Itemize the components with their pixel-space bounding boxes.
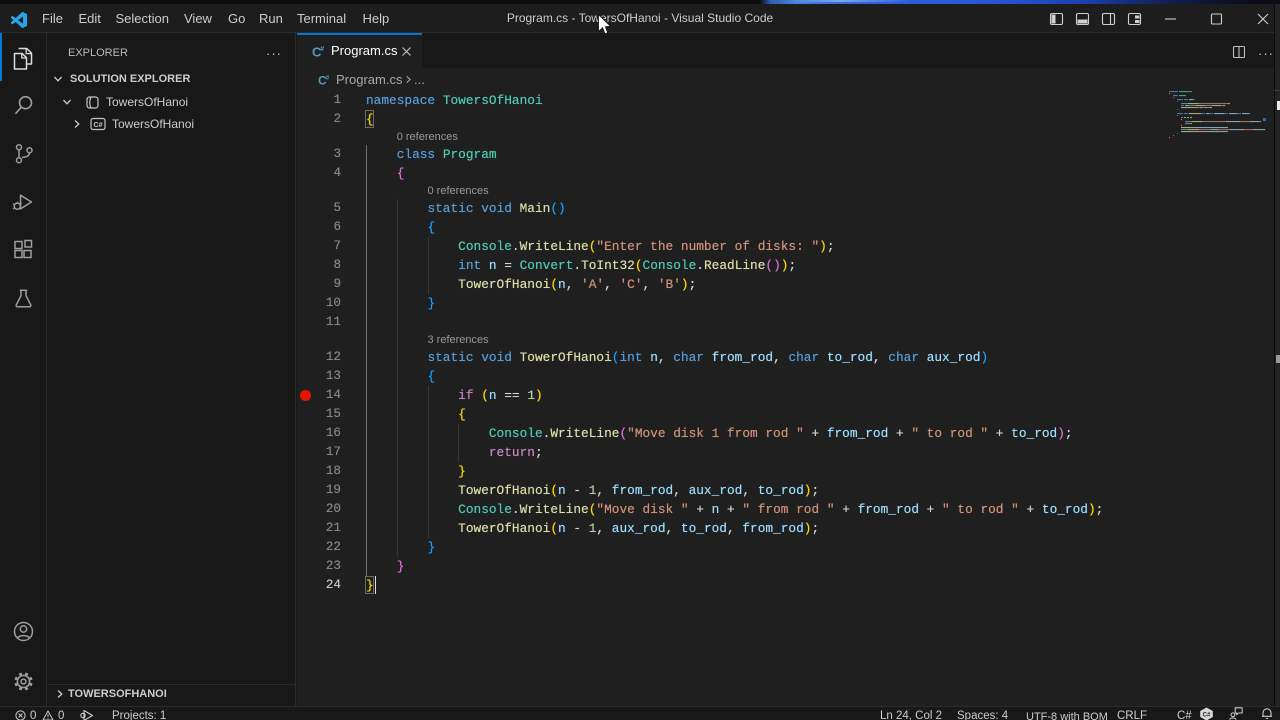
- svg-text:#: #: [326, 75, 330, 82]
- svg-text:#: #: [320, 46, 324, 53]
- svg-text:C#: C#: [94, 122, 103, 129]
- svg-text:C#: C#: [1203, 712, 1211, 718]
